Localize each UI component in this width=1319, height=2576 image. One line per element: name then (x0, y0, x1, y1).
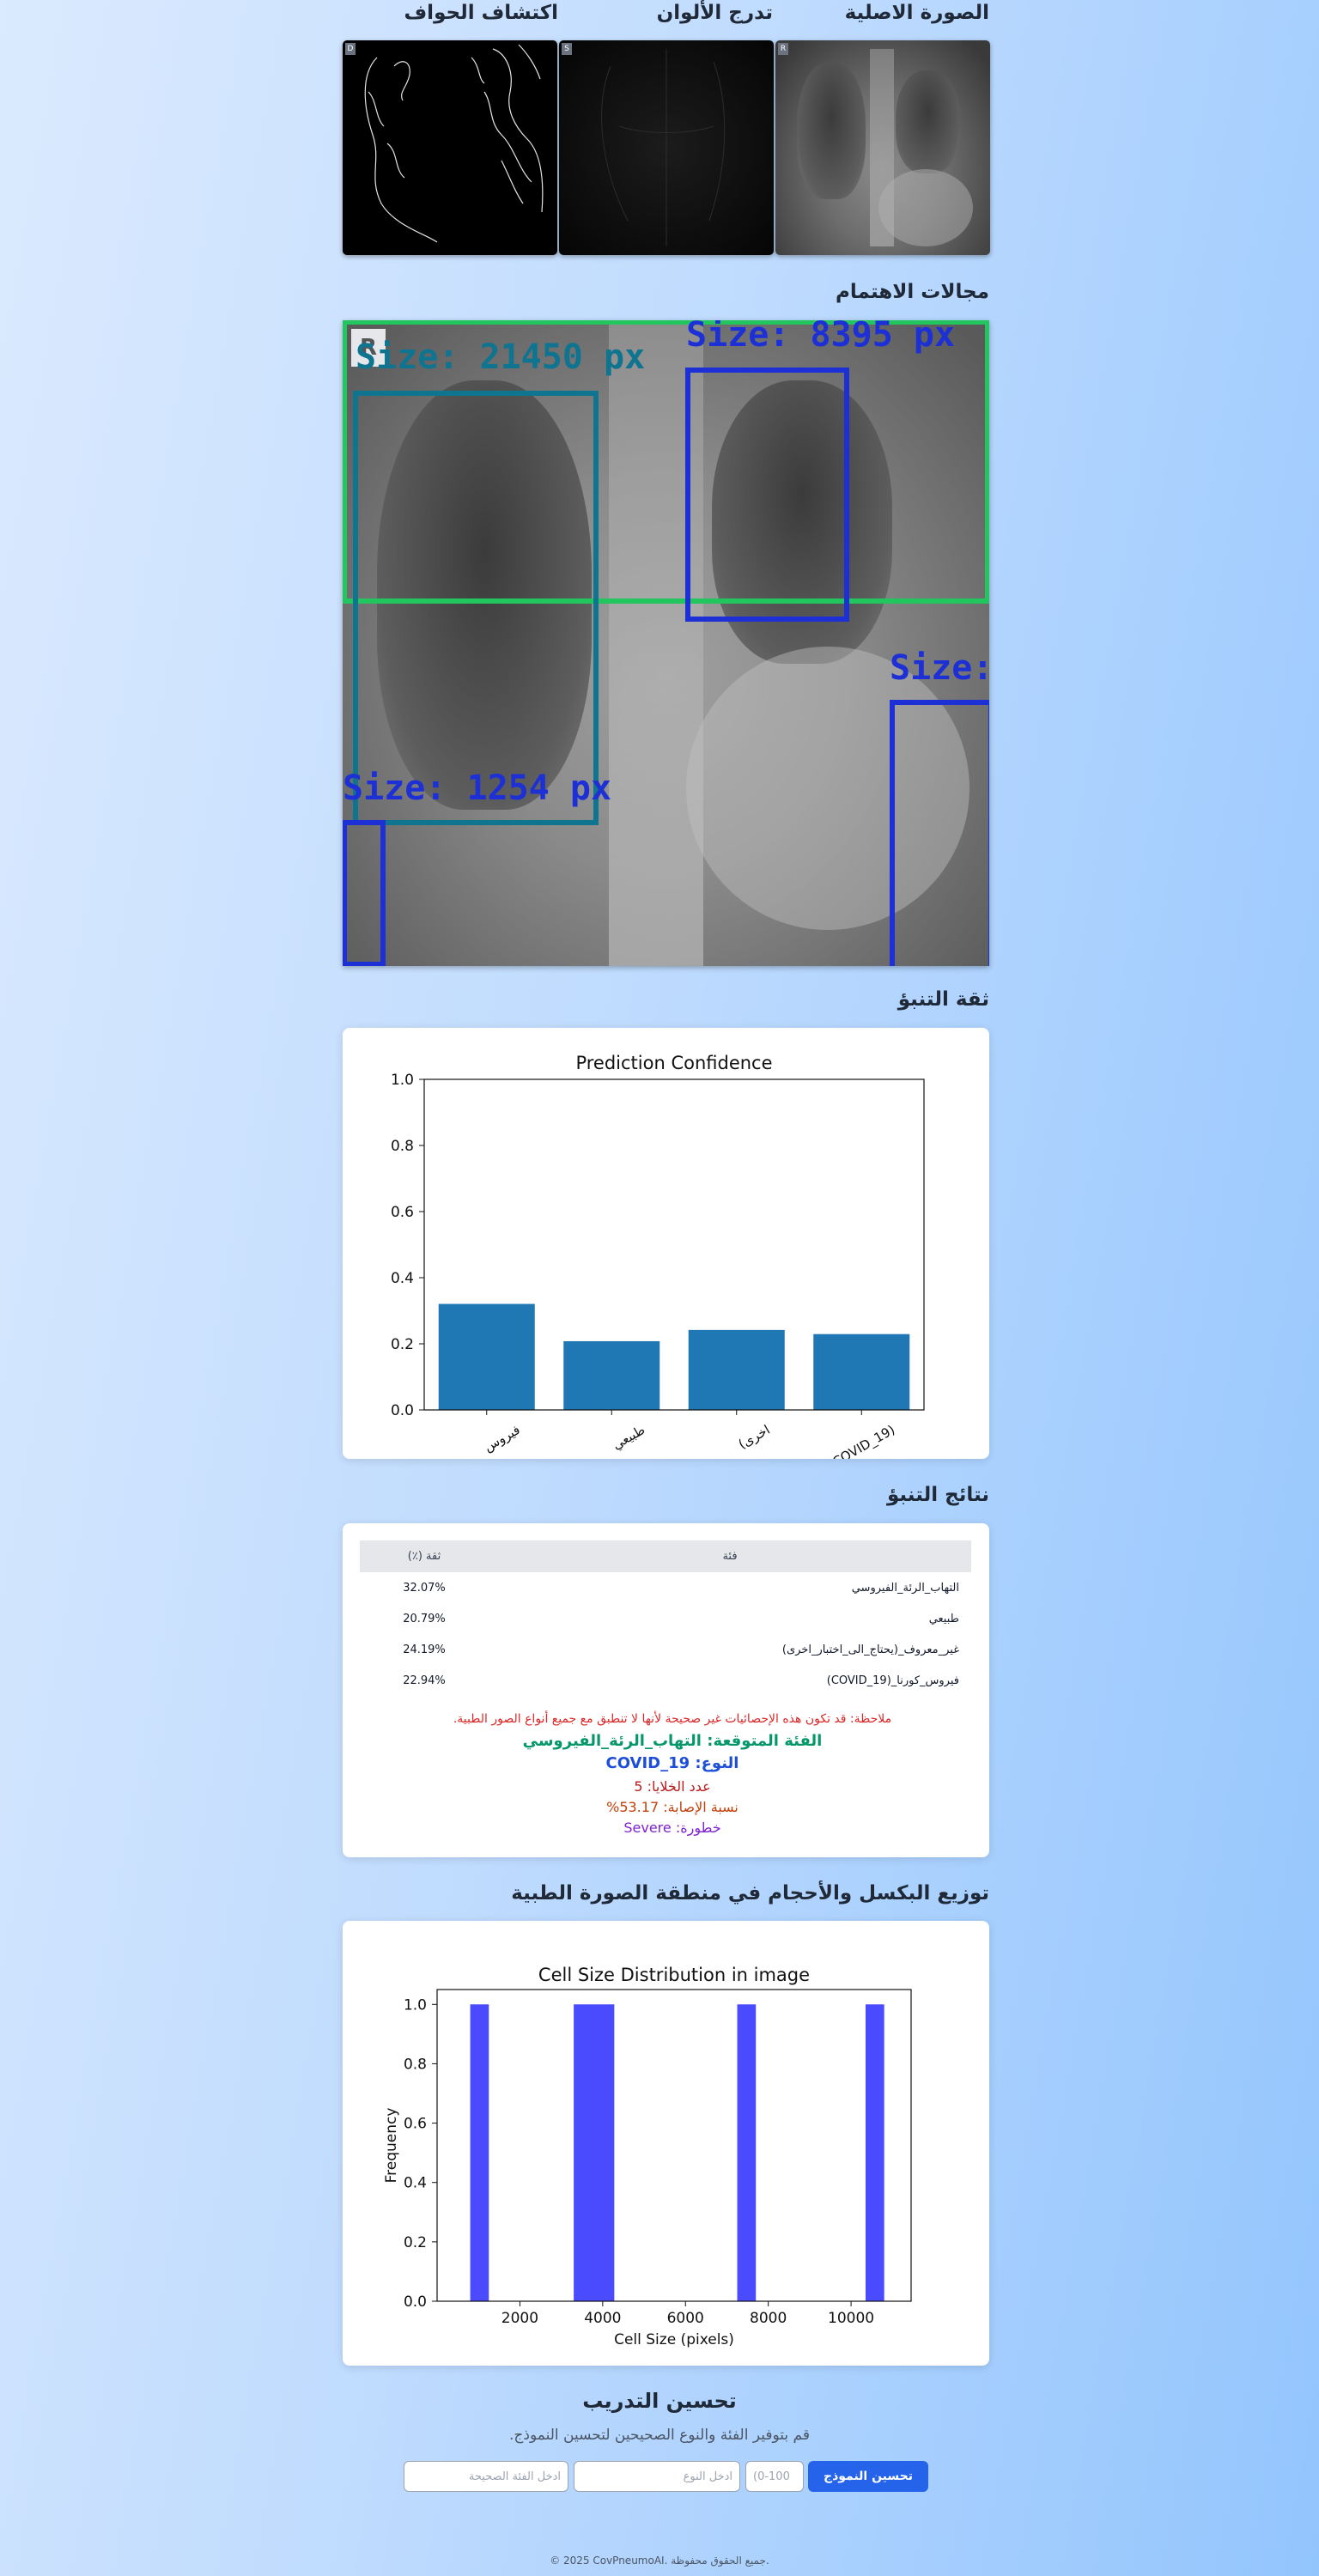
histogram-bar (865, 2004, 884, 2301)
y-tick-label: 0.6 (404, 2116, 427, 2133)
roi-box-blue-2 (890, 700, 989, 966)
x-tick-label: فيروس (481, 1422, 522, 1455)
gradient-image: S (559, 40, 774, 255)
original-badge: R (778, 43, 788, 55)
roi-label-1: Size: 21450 px (356, 337, 646, 377)
results-table: فئة ثقة (٪) التهاب_الرئة_الفيروسي 32.07%… (360, 1540, 971, 1696)
y-tick-label: 0.8 (391, 1138, 414, 1155)
roi-label-2: Size: 8395 px (686, 320, 956, 355)
severity: خطورة: Severe (623, 1820, 721, 1836)
y-tick-label: 1.0 (404, 1996, 427, 2014)
row-class: فيروس_كورنا_(COVID_19) (826, 1674, 959, 1687)
x-tick-label: (اخرى (736, 1422, 773, 1452)
predicted-type: النوع: COVID_19 (605, 1754, 739, 1772)
results-note: ملاحظة: قد تكون هذه الإحصائيات غير صحيحة… (453, 1712, 892, 1726)
y-tick-label: 0.0 (404, 2293, 427, 2311)
confidence-bar (813, 1334, 910, 1410)
cell-count: عدد الخلايا: 5 (634, 1778, 711, 1795)
training-subtitle: قم بتوفير الفئة والنوع الصحيحين لتحسين ا… (509, 2427, 810, 2444)
confidence-bar (688, 1329, 785, 1410)
y-tick-label: 0.4 (391, 1270, 414, 1287)
header-class: فئة (489, 1540, 971, 1572)
y-tick-label: 0.6 (391, 1204, 414, 1221)
gradient-image-title: تدرج الألوان (656, 2, 773, 24)
results-card: فئة ثقة (٪) التهاب_الرئة_الفيروسي 32.07%… (343, 1523, 989, 1857)
roi-box-blue-3 (343, 820, 386, 966)
x-tick-label: 4000 (584, 2310, 621, 2327)
original-image-title: الصورة الاصلية (844, 2, 989, 24)
y-tick-label: 0.0 (391, 1402, 414, 1419)
histogram-bar (737, 2004, 757, 2301)
gradient-badge: S (562, 43, 572, 55)
row-class: طبيعي (928, 1612, 959, 1625)
x-tick-label: 10000 (828, 2310, 874, 2327)
roi-label-4: Size: 4 (890, 648, 989, 688)
row-confidence: 24.19% (403, 1643, 446, 1656)
x-axis-label: Cell Size (pixels) (614, 2331, 734, 2348)
row-class: غير_معروف_(يحتاج_الى_اختبار_اخرى) (781, 1643, 959, 1656)
table-row: طبيعي 20.79% (360, 1603, 971, 1634)
roi-label-3: Size: 1254 px (343, 769, 612, 808)
histogram-bar (470, 2004, 489, 2301)
footer-text: © 2025 CovPneumoAI. جميع الحقوق محفوظة. (550, 2555, 769, 2567)
x-tick-label: (COVID_19) (825, 1422, 897, 1459)
roi-box-teal (353, 391, 599, 825)
table-row: التهاب_الرئة_الفيروسي 32.07% (360, 1572, 971, 1603)
plot-frame (436, 1989, 912, 2302)
distribution-chart: Cell Size Distribution in image 2000 4000 6… (383, 1965, 912, 2348)
y-axis-label: Frequency (383, 2108, 400, 2184)
confidence-card: Prediction Confidence فيروس طبيعي (اخرى (COV… (343, 1028, 989, 1473)
original-image: R (775, 40, 990, 255)
confidence-bar (438, 1303, 535, 1410)
roi-title: مجالات الاهتمام (836, 281, 989, 303)
confidence-chart: Prediction Confidence فيروس طبيعي (اخرى (COV… (391, 1053, 925, 1473)
x-tick-label: 6000 (667, 2310, 704, 2327)
row-confidence: 22.94% (403, 1674, 446, 1687)
roi-box-blue-1 (685, 368, 849, 622)
edges-graphic (364, 44, 544, 243)
x-tick-label: طبيعي (610, 1422, 648, 1454)
chart-title: Prediction Confidence (575, 1053, 772, 1073)
confidence-bar (563, 1340, 660, 1410)
correct-class-input[interactable] (404, 2461, 568, 2492)
improve-model-button[interactable]: تحسين النموذج (808, 2461, 928, 2492)
distribution-title: توزيع البكسل والأحجام في منطقة الصورة ال… (511, 1882, 989, 1905)
x-tick-label: 2000 (501, 2310, 538, 2327)
table-row: فيروس_كورنا_(COVID_19) 22.94% (360, 1665, 971, 1696)
edges-badge: D (345, 43, 356, 55)
x-tick-label: 8000 (750, 2310, 787, 2327)
gradient-graphic (601, 49, 726, 246)
y-tick-label: 0.2 (391, 1336, 414, 1353)
row-class: التهاب_الرئة_الفيروسي (851, 1581, 959, 1595)
edges-image-title: اكتشاف الحواف (404, 2, 558, 24)
training-title: تحسين التدريب (582, 2389, 737, 2413)
y-tick-label: 0.4 (404, 2175, 427, 2192)
chart-title: Cell Size Distribution in image (538, 1965, 810, 1985)
predicted-class: الفئة المتوقعة: التهاب_الرئة_الفيروسي (522, 1732, 823, 1750)
y-tick-label: 1.0 (391, 1072, 414, 1089)
table-header-row: فئة ثقة (٪) (360, 1540, 971, 1572)
histogram-bar (574, 2004, 615, 2301)
edges-image: D (343, 40, 557, 255)
y-tick-label: 0.8 (404, 2056, 427, 2073)
y-tick-label: 0.2 (404, 2234, 427, 2251)
roi-overlay (343, 320, 989, 966)
confidence-title: ثقة التنبؤ (897, 988, 989, 1011)
roi-image: R Size: 21450 px Size: 8395 px Size: 125… (343, 320, 989, 966)
table-row: غير_معروف_(يحتاج_الى_اختبار_اخرى) 24.19% (360, 1634, 971, 1665)
distribution-card: Cell Size Distribution in image 2000 4000 6… (343, 1921, 989, 2366)
row-confidence: 32.07% (403, 1581, 446, 1595)
row-confidence: 20.79% (403, 1612, 446, 1625)
type-input[interactable] (574, 2461, 740, 2492)
header-confidence: ثقة (٪) (360, 1540, 489, 1572)
infection-rate: نسبة الإصابة: 53.17% (606, 1799, 739, 1815)
percent-input[interactable] (745, 2461, 804, 2492)
results-title: نتائج التنبؤ (887, 1484, 989, 1506)
